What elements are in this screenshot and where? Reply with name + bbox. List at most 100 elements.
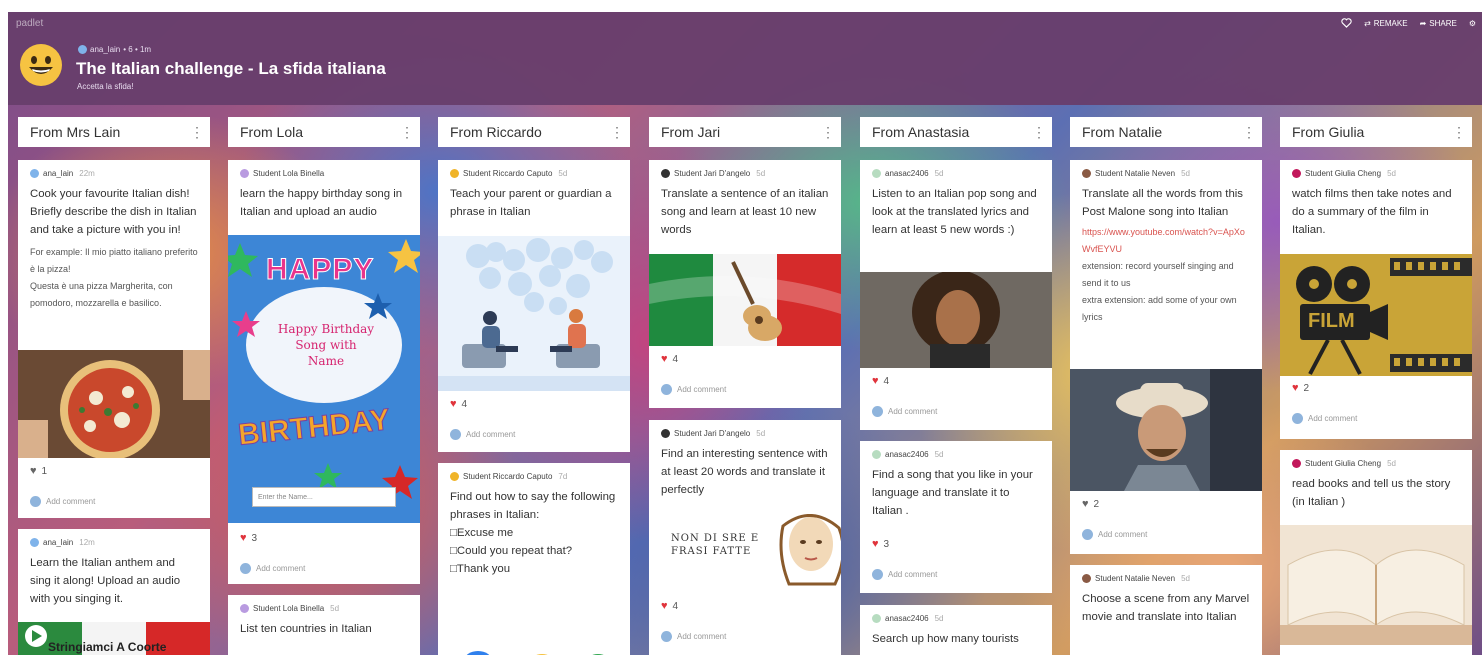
post-card[interactable]: anasac2406 5d Listen to an Italian pop so… [860, 160, 1052, 430]
more-options-icon[interactable]: ⋮ [821, 124, 835, 141]
singer-photo[interactable] [860, 272, 1052, 368]
italian-flag-guitar-image[interactable] [649, 254, 841, 346]
post-extra: For example: Il mio piatto italiano pref… [30, 247, 198, 274]
column-header[interactable]: From Jari ⋮ [649, 117, 841, 147]
song-caption: Happy Birthday Song with Name [277, 322, 375, 368]
add-comment-button[interactable]: Add comment [450, 429, 515, 440]
film-camera-image[interactable]: FILM [1280, 254, 1472, 376]
add-comment-button[interactable]: Add comment [872, 406, 937, 417]
add-comment-button[interactable]: Add comment [1292, 413, 1357, 424]
add-comment-button[interactable]: Add comment [661, 631, 726, 642]
author-avatar [1082, 574, 1091, 583]
heart-icon[interactable]: ♥ [872, 375, 879, 387]
venus-caption: NON DI SRE E FRASI FATTE [671, 533, 760, 557]
column-header[interactable]: From Natalie ⋮ [1070, 117, 1262, 147]
remake-button[interactable]: ⇄ REMAKE [1364, 19, 1408, 28]
birthday-song-image[interactable]: HAPPY Happy Birthday Song with Name BIRT… [228, 235, 420, 523]
share-button[interactable]: ➦ SHARE [1420, 19, 1457, 28]
author-avatar [78, 45, 87, 54]
post-body: Listen to an Italian pop song and look a… [872, 188, 1037, 236]
comment-avatar [661, 631, 672, 642]
post-malone-photo[interactable] [1070, 369, 1262, 491]
more-options-icon[interactable]: ⋮ [1452, 124, 1466, 141]
heart-icon[interactable]: ♥ [30, 465, 37, 477]
remake-icon: ⇄ [1364, 18, 1371, 28]
pizza-photo[interactable] [18, 350, 210, 458]
column-header[interactable]: From Lola ⋮ [228, 117, 420, 147]
name-input[interactable]: Enter the Name... [252, 487, 396, 507]
happy-word: HAPPY [265, 253, 375, 287]
author-avatar [450, 169, 459, 178]
conversation-illustration[interactable] [438, 236, 630, 391]
more-options-icon[interactable]: ⋮ [400, 124, 414, 141]
column-header[interactable]: From Mrs Lain ⋮ [18, 117, 210, 147]
phrase-item: □Thank you [450, 563, 511, 575]
post-card[interactable]: Student Natalie Neven 5d Translate all th… [1070, 160, 1262, 554]
post-extra: extra extension: add some of your own ly… [1082, 295, 1237, 322]
column-from-jari: From Jari ⋮ Student Jari D'angelo 5d Trans… [649, 117, 841, 655]
heart-icon[interactable]: ♥ [450, 398, 457, 410]
heart-icon[interactable] [1341, 18, 1352, 28]
board-author: ana_lain • 6 • 1m [78, 45, 151, 54]
phrase-item: □Excuse me [450, 527, 514, 539]
post-card[interactable]: Student Giulia Cheng 5d watch films then … [1280, 160, 1472, 439]
post-card[interactable]: Student Riccardo Caputo 7d Find out how t… [438, 463, 630, 655]
column-from-anastasia: From Anastasia ⋮ anasac2406 5d Listen to a… [860, 117, 1052, 655]
youtube-link[interactable]: https://www.youtube.com/watch?v=ApXoWvfE… [1070, 221, 1262, 258]
post-body: Choose a scene from any Marvel movie and… [1082, 593, 1250, 623]
post-card[interactable]: Student Natalie Neven 5d Choose a scene f… [1070, 565, 1262, 655]
heart-icon[interactable]: ♥ [872, 538, 879, 550]
more-options-icon[interactable]: ⋮ [1032, 124, 1046, 141]
post-card[interactable]: Student Jari D'angelo 5d Translate a sent… [649, 160, 841, 408]
author-avatar [1292, 169, 1301, 178]
add-comment-button[interactable]: Add comment [240, 563, 305, 574]
post-card[interactable]: ana_lain 12m Learn the Italian anthem and… [18, 529, 210, 655]
phrase-item: □Could you repeat that? [450, 545, 573, 557]
column-header[interactable]: From Anastasia ⋮ [860, 117, 1052, 147]
speech-bubbles-image[interactable] [438, 635, 630, 655]
board-avatar-smiley-icon [20, 44, 62, 86]
settings-icon[interactable]: ⚙ [1469, 19, 1476, 28]
open-book-photo[interactable] [1280, 525, 1472, 645]
comment-avatar [872, 569, 883, 580]
more-options-icon[interactable]: ⋮ [610, 124, 624, 141]
more-options-icon[interactable]: ⋮ [1242, 124, 1256, 141]
author-avatar [450, 472, 459, 481]
board-header: padlet ⇄ REMAKE ➦ SHARE ⚙ ana_lain • 6 • 1… [8, 12, 1482, 105]
heart-icon[interactable]: ♥ [661, 600, 668, 612]
post-card[interactable]: Student Jari D'angelo 5d Find an interest… [649, 420, 841, 655]
more-options-icon[interactable]: ⋮ [190, 124, 204, 141]
column-header[interactable]: From Riccardo ⋮ [438, 117, 630, 147]
post-card[interactable]: anasac2406 5d Search up how many tourists [860, 605, 1052, 655]
heart-icon[interactable]: ♥ [661, 353, 668, 365]
add-comment-button[interactable]: Add comment [661, 384, 726, 395]
heart-icon[interactable]: ♥ [240, 532, 247, 544]
add-comment-button[interactable]: Add comment [872, 569, 937, 580]
heart-icon[interactable]: ♥ [1082, 498, 1089, 510]
padlet-logo[interactable]: padlet [16, 18, 43, 29]
venus-illustration[interactable]: NON DI SRE E FRASI FATTE [649, 514, 841, 592]
add-comment-button[interactable]: Add comment [1082, 529, 1147, 540]
header-actions: ⇄ REMAKE ➦ SHARE ⚙ [1341, 18, 1476, 28]
post-body: Translate a sentence of an italian song … [661, 188, 829, 236]
column-from-lola: From Lola ⋮ Student Lola Binella learn th… [228, 117, 420, 655]
film-word: FILM [1308, 310, 1355, 332]
author-avatar [30, 538, 39, 547]
comment-avatar [872, 406, 883, 417]
column-from-giulia: From Giulia ⋮ Student Giulia Cheng 5d watc… [1280, 117, 1472, 655]
post-card[interactable]: Student Lola Binella learn the happy bir… [228, 160, 420, 584]
audio-player[interactable]: Stringiamci A Coorte [18, 622, 210, 655]
column-from-mrs-lain: From Mrs Lain ⋮ ana_lain 22m Cook your fav… [18, 117, 210, 655]
post-body: Teach your parent or guardian a phrase i… [450, 188, 612, 218]
post-card[interactable]: Student Riccardo Caputo 5d Teach your par… [438, 160, 630, 452]
post-card[interactable]: anasac2406 5d Find a song that you like i… [860, 441, 1052, 593]
author-avatar [1292, 459, 1301, 468]
post-card[interactable]: Student Giulia Cheng 5d read books and te… [1280, 450, 1472, 655]
post-body: List ten countries in Italian [240, 623, 372, 635]
heart-icon[interactable]: ♥ [1292, 382, 1299, 394]
add-comment-button[interactable]: Add comment [30, 496, 95, 507]
post-card[interactable]: Student Lola Binella 5d List ten countrie… [228, 595, 420, 655]
column-header[interactable]: From Giulia ⋮ [1280, 117, 1472, 147]
author-avatar [872, 450, 881, 459]
post-card[interactable]: ana_lain 22m Cook your favourite Italian … [18, 160, 210, 518]
